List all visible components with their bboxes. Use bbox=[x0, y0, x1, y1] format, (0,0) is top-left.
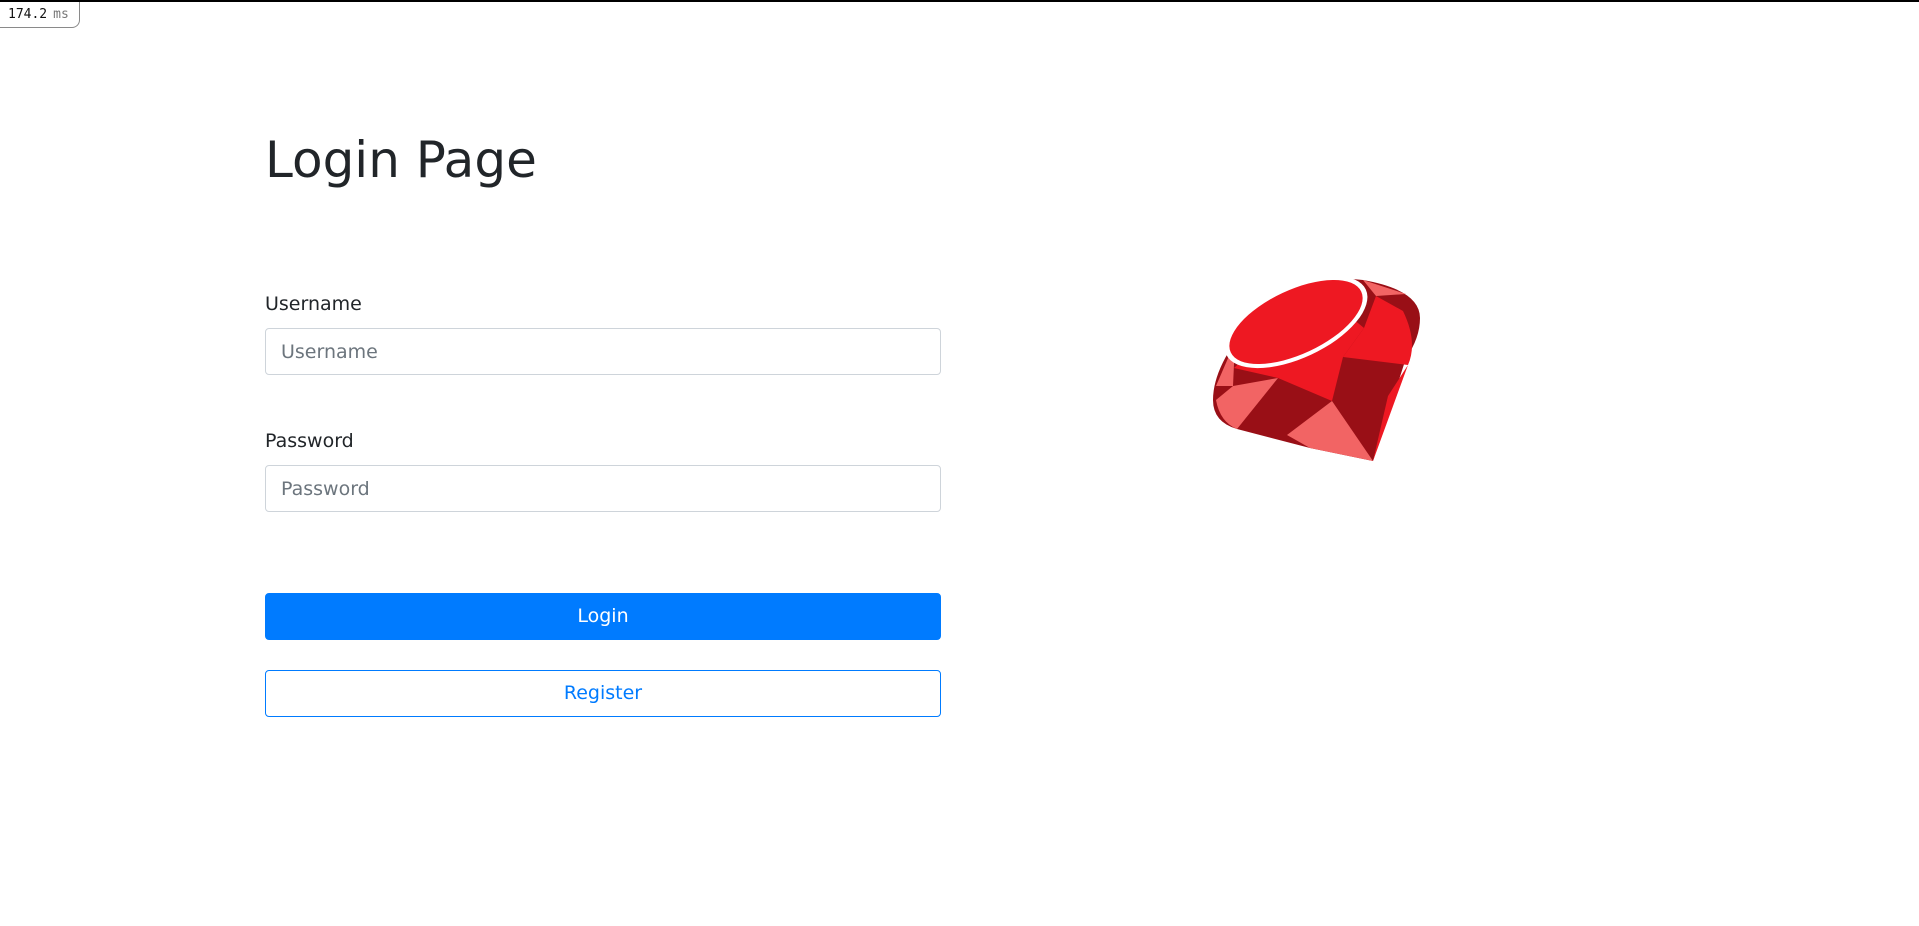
password-input[interactable] bbox=[265, 465, 941, 512]
render-time-unit: ms bbox=[53, 7, 69, 22]
render-time-value: 174.2 bbox=[8, 7, 48, 22]
render-time-badge: 174.2 ms bbox=[0, 2, 80, 28]
register-button[interactable]: Register bbox=[265, 670, 941, 717]
password-group: Password bbox=[265, 427, 941, 512]
ruby-gem-icon bbox=[1213, 276, 1420, 461]
top-rule bbox=[0, 0, 1919, 2]
page-title: Login Page bbox=[265, 131, 537, 189]
username-group: Username bbox=[265, 290, 941, 375]
login-button[interactable]: Login bbox=[265, 593, 941, 640]
username-input[interactable] bbox=[265, 328, 941, 375]
username-label: Username bbox=[265, 293, 362, 315]
password-label: Password bbox=[265, 430, 354, 452]
